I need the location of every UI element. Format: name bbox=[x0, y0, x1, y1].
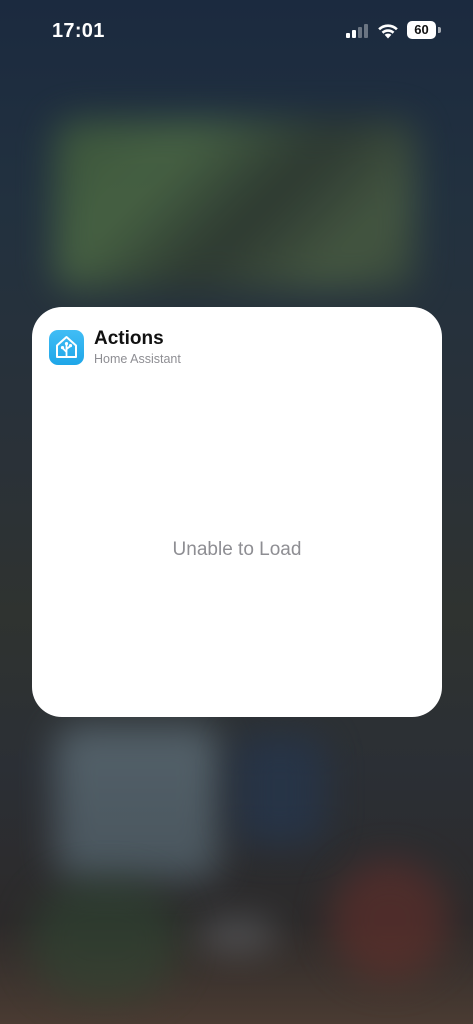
battery-level: 60 bbox=[414, 22, 429, 37]
blurred-app-tile-secondary bbox=[235, 735, 325, 845]
blurred-dock-element bbox=[200, 920, 275, 950]
cellular-signal-icon bbox=[346, 24, 368, 38]
wifi-icon bbox=[378, 24, 398, 39]
blurred-glow-red bbox=[330, 860, 450, 980]
status-time: 17:01 bbox=[52, 20, 105, 42]
actions-widget[interactable]: Actions Home Assistant Unable to Load bbox=[32, 307, 442, 717]
blurred-photo-widget bbox=[55, 120, 415, 290]
widget-error-message: Unable to Load bbox=[172, 539, 302, 560]
lock-screen-background: 17:01 60 Actions Home Assistant Unable t… bbox=[0, 0, 473, 1024]
home-assistant-icon bbox=[49, 330, 84, 365]
widget-subtitle: Home Assistant bbox=[94, 352, 181, 366]
widget-title: Actions bbox=[94, 328, 164, 349]
blurred-glow-green bbox=[30, 880, 180, 1000]
battery-icon: 60 bbox=[407, 21, 441, 39]
status-bar: 17:01 60 bbox=[0, 0, 473, 62]
blurred-app-tile bbox=[55, 725, 220, 880]
battery-cap bbox=[438, 27, 441, 33]
